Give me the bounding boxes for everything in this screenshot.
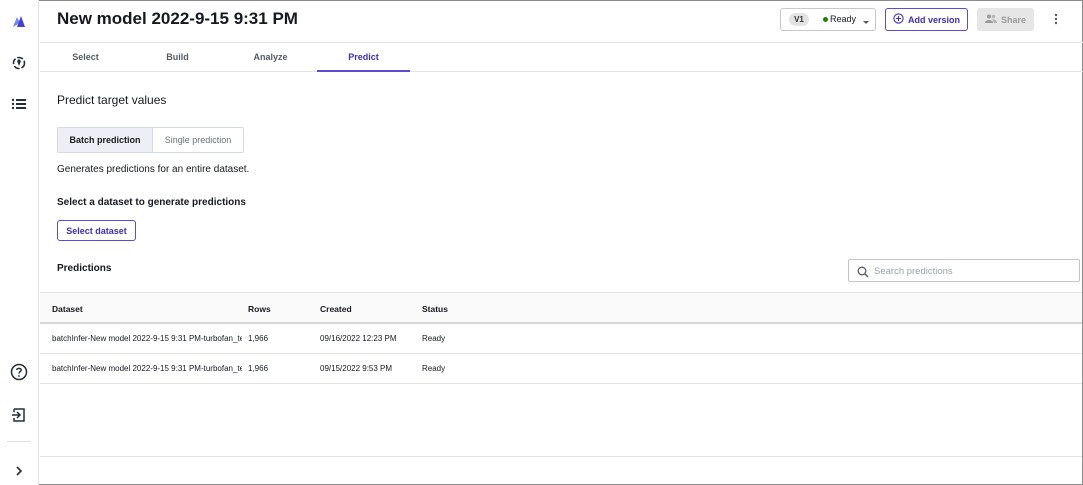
tab-build[interactable]: Build [131, 44, 224, 72]
tab-select[interactable]: Select [39, 44, 132, 72]
status-dot-icon [823, 17, 828, 22]
users-icon [984, 14, 997, 25]
predictions-heading: Predictions [57, 263, 112, 274]
predictions-table: Dataset Rows Created Status batchInfer-N… [40, 292, 1082, 384]
select-dataset-button[interactable]: Select dataset [57, 220, 136, 241]
share-button[interactable]: Share [977, 8, 1034, 31]
column-header-created[interactable]: Created [320, 304, 352, 314]
single-prediction-button[interactable]: Single prediction [153, 128, 243, 152]
canvas-logo-icon[interactable] [8, 10, 30, 32]
table-header: Dataset Rows Created Status [40, 292, 1082, 324]
version-badge: V1 [789, 13, 809, 26]
add-version-button[interactable]: Add version [885, 8, 968, 31]
sign-out-icon[interactable] [8, 404, 30, 426]
page-header: New model 2022-9-15 9:31 PM V1 Ready Add… [40, 0, 1083, 43]
column-header-rows[interactable]: Rows [248, 304, 271, 314]
tab-predict[interactable]: Predict [317, 44, 410, 72]
help-icon[interactable] [8, 361, 30, 383]
rows-cell: 1,966 [248, 364, 269, 373]
chevron-right-icon[interactable] [8, 460, 30, 482]
left-rail [0, 0, 39, 485]
column-header-status[interactable]: Status [422, 304, 448, 314]
tab-analyze[interactable]: Analyze [224, 44, 317, 72]
page-title: New model 2022-9-15 9:31 PM [57, 9, 298, 28]
more-options-icon[interactable] [1050, 11, 1062, 27]
models-icon[interactable] [8, 52, 30, 74]
status-cell: Ready [422, 364, 446, 373]
list-icon[interactable] [8, 93, 30, 115]
created-cell: 09/15/2022 9:53 PM [320, 364, 393, 373]
share-label: Share [1000, 14, 1026, 25]
batch-prediction-button[interactable]: Batch prediction [58, 128, 153, 152]
created-cell: 09/16/2022 12:23 PM [320, 334, 397, 343]
table-footer-divider [40, 456, 1082, 457]
tab-bar: Select Build Analyze Predict [40, 44, 1083, 72]
prediction-description: Generates predictions for an entire data… [57, 164, 250, 175]
table-row[interactable]: batchInfer-New model 2022-9-15 9:31 PM-t… [40, 354, 1082, 384]
status-cell: Ready [422, 334, 446, 343]
search-box [848, 259, 1080, 282]
rows-cell: 1,966 [248, 334, 269, 343]
prediction-type-toggle: Batch prediction Single prediction [57, 127, 244, 153]
dataset-cell: batchInfer-New model 2022-9-15 9:31 PM-t… [52, 364, 242, 373]
table-row[interactable]: batchInfer-New model 2022-9-15 9:31 PM-t… [40, 324, 1082, 354]
predict-heading: Predict target values [57, 93, 167, 107]
version-selector[interactable]: V1 Ready [780, 8, 876, 31]
rail-divider [7, 441, 31, 442]
plus-circle-icon [893, 13, 904, 26]
caret-down-icon [861, 14, 871, 24]
search-icon [857, 265, 869, 278]
app-frame [0, 0, 1083, 485]
dataset-cell: batchInfer-New model 2022-9-15 9:31 PM-t… [52, 334, 242, 343]
search-input[interactable] [874, 262, 1074, 280]
select-dataset-heading: Select a dataset to generate predictions [57, 197, 246, 208]
version-status: Ready [830, 14, 857, 24]
column-header-dataset[interactable]: Dataset [52, 304, 242, 314]
add-version-label: Add version [907, 14, 960, 25]
